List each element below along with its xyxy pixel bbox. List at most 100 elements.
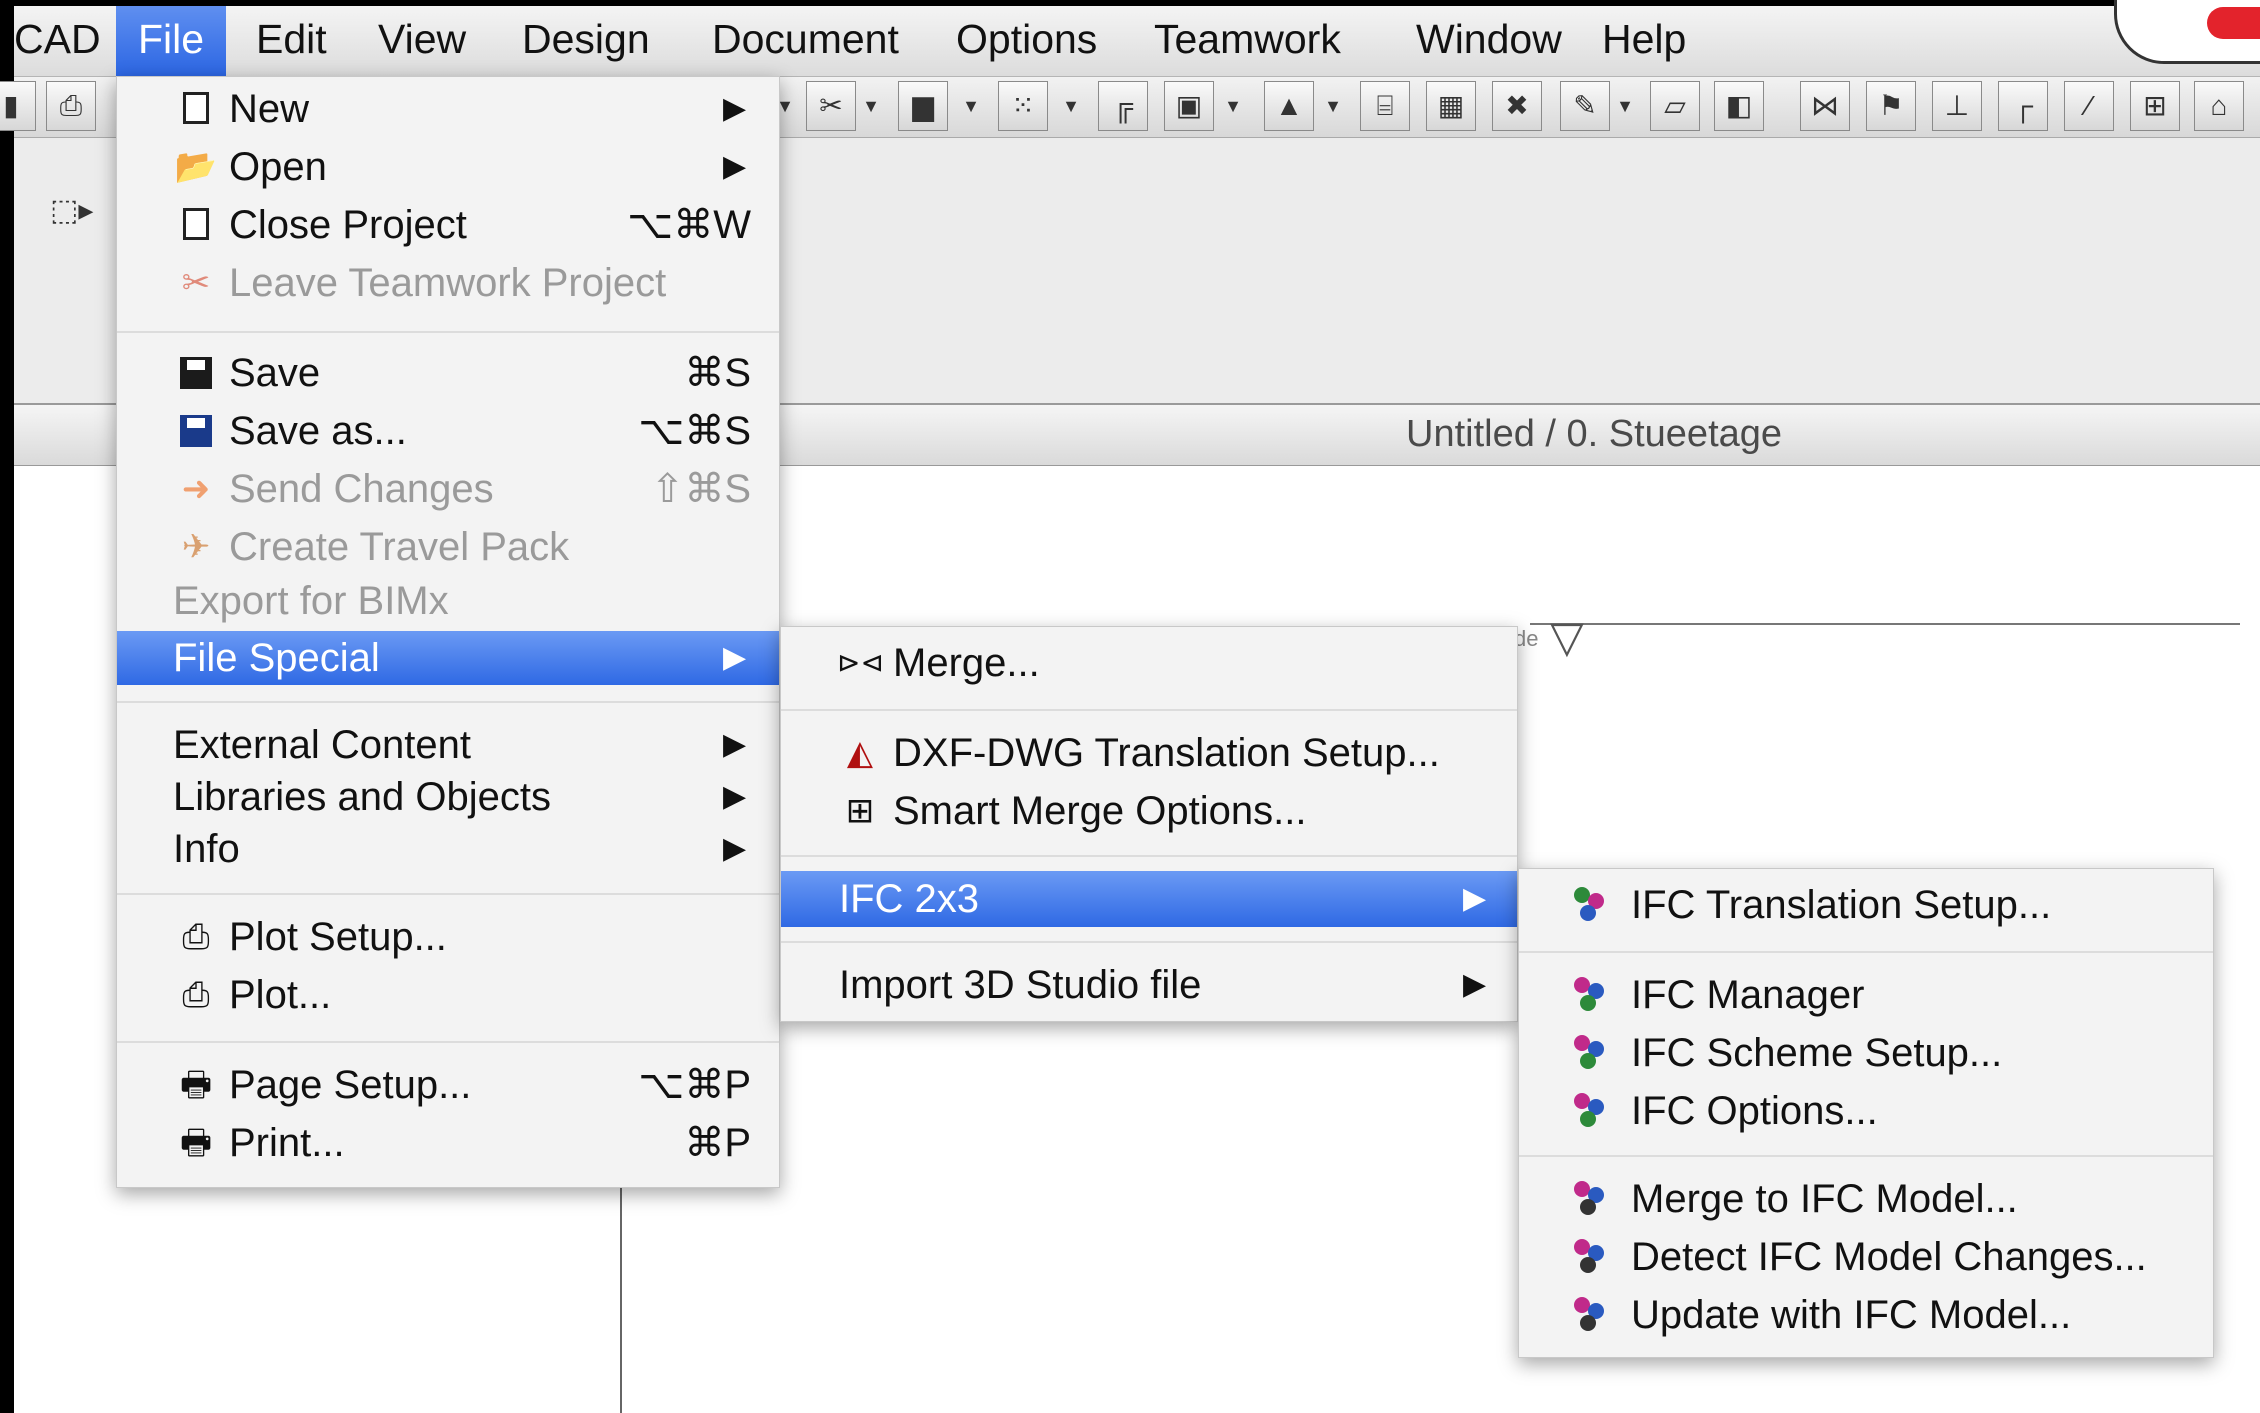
tool-button[interactable]: ▆ <box>898 81 948 131</box>
close-project-icon <box>173 202 219 248</box>
tool-button[interactable]: ┌ <box>1998 81 2048 131</box>
menu-item-create-travel-pack: ✈ Create Travel Pack <box>117 519 779 575</box>
menu-item-merge-ifc-model[interactable]: Merge to IFC Model... <box>1519 1171 2213 1227</box>
menu-item-ifc-options[interactable]: IFC Options... <box>1519 1083 2213 1139</box>
print-toolbar-icon[interactable]: ⎙ <box>46 81 96 131</box>
tool-button[interactable]: ✎ <box>1560 81 1610 131</box>
menu-item-plot[interactable]: ⎙ Plot... <box>117 967 779 1023</box>
print-icon: 🖶 <box>179 1124 213 1162</box>
merge-icon: ⊳⊲ <box>837 647 884 678</box>
submenu-arrow-icon: ▶ <box>723 641 747 674</box>
menu-help[interactable]: Help <box>1580 6 1708 76</box>
ifc-translation-icon <box>1571 882 1617 928</box>
shortcut: ⌥⌘W <box>627 203 751 247</box>
menu-item-external-content[interactable]: External Content ▶ <box>117 717 779 773</box>
menu-item-page-setup[interactable]: 🖶 Page Setup... ⌥⌘P <box>117 1057 779 1113</box>
menu-item-merge[interactable]: ⊳⊲ Merge... <box>781 635 1517 691</box>
tool-button[interactable]: ⊞ <box>2130 81 2180 131</box>
tool-button[interactable]: ⌸ <box>1360 81 1410 131</box>
menu-item-plot-setup[interactable]: ⎙ Plot Setup... <box>117 909 779 965</box>
save-as-icon <box>173 408 219 454</box>
tool-button[interactable]: ▣ <box>1164 81 1214 131</box>
leave-teamwork-icon: ✂ <box>181 264 211 302</box>
close-tool-icon[interactable]: ✖ <box>1492 81 1542 131</box>
tool-button[interactable]: ⌂ <box>2194 81 2244 131</box>
menu-document[interactable]: Document <box>690 6 921 76</box>
ifc-submenu: IFC Translation Setup... IFC Manager IFC… <box>1518 868 2214 1358</box>
app-menu[interactable]: CAD <box>0 6 123 76</box>
menu-item-libraries-objects[interactable]: Libraries and Objects ▶ <box>117 769 779 825</box>
tool-button[interactable]: ⁄ <box>2064 81 2114 131</box>
menu-item-ifc-scheme-setup[interactable]: IFC Scheme Setup... <box>1519 1025 2213 1081</box>
tool-button[interactable]: ▦ <box>1426 81 1476 131</box>
menu-separator <box>781 941 1517 943</box>
dropdown-arrow-icon[interactable]: ▼ <box>1060 81 1082 131</box>
menu-item-import-3ds[interactable]: Import 3D Studio file ▶ <box>781 957 1517 1013</box>
page-setup-icon: 🖶 <box>179 1066 213 1104</box>
menu-options[interactable]: Options <box>934 6 1119 76</box>
menu-item-save-as[interactable]: Save as... ⌥⌘S <box>117 403 779 459</box>
menu-item-export-bimx: Export for BIMx <box>173 579 449 623</box>
dropdown-arrow-icon[interactable]: ▼ <box>960 81 982 131</box>
menu-teamwork[interactable]: Teamwork <box>1132 6 1363 76</box>
dropdown-arrow-icon[interactable]: ▼ <box>1222 81 1244 131</box>
shortcut: ⌥⌘S <box>638 409 751 453</box>
menu-item-ifc-translation-setup[interactable]: IFC Translation Setup... <box>1519 877 2213 933</box>
window-left-edge <box>0 0 14 1413</box>
plotter-icon: ⎙ <box>182 918 210 956</box>
save-disk-icon <box>173 350 219 396</box>
canvas-triangle-icon: ▽ <box>1550 613 1584 662</box>
canvas-line <box>620 1188 622 1413</box>
submenu-arrow-icon: ▶ <box>723 780 747 813</box>
toolbar-button[interactable]: ▮ <box>0 81 36 131</box>
canvas-line <box>1530 623 2240 625</box>
tool-button[interactable]: ✂ <box>806 81 856 131</box>
menu-design[interactable]: Design <box>500 6 672 76</box>
menu-item-save[interactable]: Save ⌘S <box>117 345 779 401</box>
submenu-arrow-icon: ▶ <box>1463 882 1487 915</box>
document-title: Untitled / 0. Stueetage <box>1406 413 1783 455</box>
menu-item-detect-ifc-changes[interactable]: Detect IFC Model Changes... <box>1519 1229 2213 1285</box>
menu-separator <box>117 701 779 703</box>
menu-item-open[interactable]: 📂 Open ▶ <box>117 139 779 195</box>
dxf-dwg-icon: ◭ <box>846 734 874 772</box>
submenu-arrow-icon: ▶ <box>723 150 747 183</box>
shortcut: ⇧⌘S <box>650 467 751 511</box>
menu-item-info[interactable]: Info ▶ <box>117 821 779 877</box>
menu-view[interactable]: View <box>356 6 488 76</box>
tool-button[interactable]: ╔ <box>1098 81 1148 131</box>
merge-ifc-icon <box>1571 1176 1617 1222</box>
marquee-tool-icon[interactable]: ⬚▸ <box>50 193 120 253</box>
menu-item-print[interactable]: 🖶 Print... ⌘P <box>117 1115 779 1171</box>
tool-button[interactable]: ⊥ <box>1932 81 1982 131</box>
new-document-icon <box>173 86 219 132</box>
plotter-icon: ⎙ <box>182 976 210 1014</box>
shortcut: ⌥⌘P <box>638 1063 751 1107</box>
menu-edit[interactable]: Edit <box>234 6 349 76</box>
tool-button[interactable]: ▲ <box>1264 81 1314 131</box>
grid-tool-icon[interactable]: ⁙ <box>998 81 1048 131</box>
tool-button[interactable]: ▱ <box>1650 81 1700 131</box>
tool-button[interactable]: ⚑ <box>1866 81 1916 131</box>
menu-separator <box>117 1041 779 1043</box>
corner-badge-icon <box>2114 0 2260 64</box>
menu-window[interactable]: Window <box>1394 6 1584 76</box>
menu-item-dxf-dwg[interactable]: ◭ DXF-DWG Translation Setup... <box>781 725 1517 781</box>
file-menu: New ▶ 📂 Open ▶ Close Project ⌥⌘W ✂ Leave… <box>116 76 780 1188</box>
dropdown-arrow-icon[interactable]: ▼ <box>1322 81 1344 131</box>
menu-item-update-ifc-model[interactable]: Update with IFC Model... <box>1519 1287 2213 1343</box>
tool-button[interactable]: ⋈ <box>1800 81 1850 131</box>
dropdown-arrow-icon[interactable]: ▼ <box>860 81 882 131</box>
menu-item-file-special[interactable]: File Special ▶ <box>117 631 779 685</box>
menu-item-smart-merge[interactable]: ⊞ Smart Merge Options... <box>781 783 1517 839</box>
menu-file[interactable]: File <box>116 6 227 76</box>
tool-button[interactable]: ◧ <box>1714 81 1764 131</box>
menu-item-ifc-2x3[interactable]: IFC 2x3 ▶ <box>781 871 1517 927</box>
menu-item-new[interactable]: New ▶ <box>117 81 779 137</box>
menu-item-close-project[interactable]: Close Project ⌥⌘W <box>117 197 779 253</box>
open-folder-icon: 📂 <box>174 148 218 186</box>
smart-merge-icon: ⊞ <box>845 792 875 830</box>
menu-item-ifc-manager[interactable]: IFC Manager <box>1519 967 2213 1023</box>
submenu-arrow-icon: ▶ <box>723 92 747 125</box>
dropdown-arrow-icon[interactable]: ▼ <box>1614 81 1636 131</box>
